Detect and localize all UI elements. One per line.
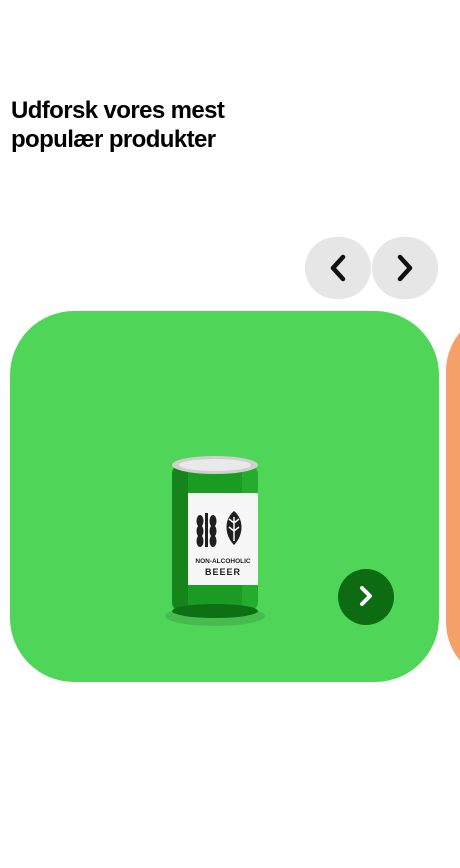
carousel-next-button[interactable] <box>372 237 438 299</box>
can-label-line1: NON-ALCOHOLIC <box>195 558 251 565</box>
chevron-right-icon <box>393 253 417 283</box>
product-card[interactable]: NON-ALCOHOLIC BEEER <box>10 311 439 682</box>
can-label-line2: BEEER <box>205 567 241 577</box>
section-heading: Udforsk vores mest populær produkter <box>11 97 225 153</box>
carousel-prev-button[interactable] <box>305 237 371 299</box>
chevron-left-icon <box>326 253 350 283</box>
beer-can-image: NON-ALCOHOLIC BEEER <box>165 456 265 626</box>
card-next-button[interactable] <box>338 569 394 625</box>
chevron-right-icon <box>356 583 376 612</box>
next-section-peek <box>0 852 460 868</box>
page: Udforsk vores mest populær produkter NON… <box>0 0 460 868</box>
product-card-next-peek[interactable] <box>446 311 460 682</box>
